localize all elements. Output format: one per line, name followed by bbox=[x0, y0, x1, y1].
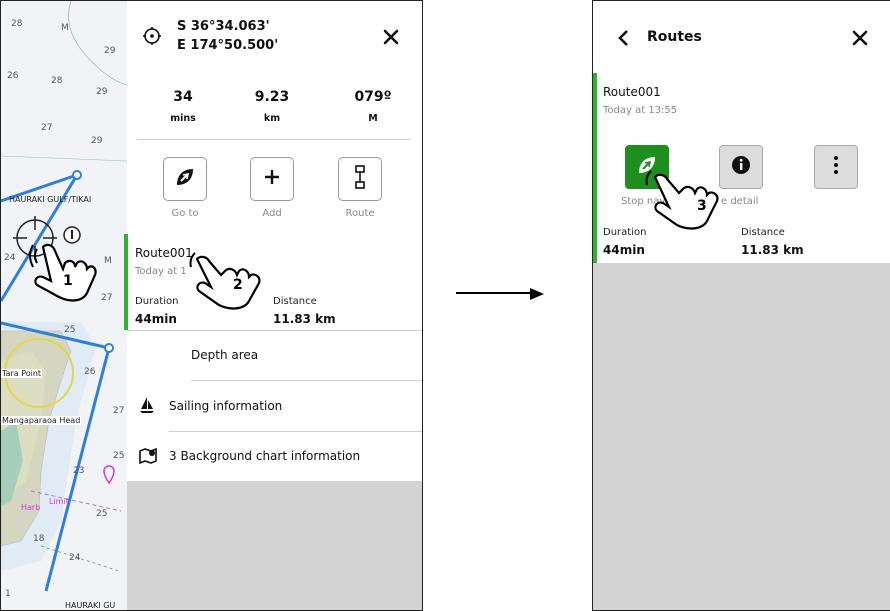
duration-value: 44min bbox=[135, 312, 177, 326]
depth-label: 1 bbox=[5, 589, 11, 599]
depth-label: M bbox=[61, 23, 69, 33]
sailboat-icon bbox=[139, 396, 155, 418]
stat-value: 079º bbox=[354, 89, 392, 105]
depth-label: 29 bbox=[91, 136, 103, 146]
route-item[interactable]: Route001 Today at 1 Duration 44min Dista… bbox=[127, 234, 422, 330]
stat-value: 34 bbox=[173, 89, 193, 105]
step-number: 2 bbox=[233, 277, 243, 293]
more-options-button[interactable] bbox=[814, 145, 858, 189]
place-label: Tara Point bbox=[1, 369, 43, 378]
panel-empty-area bbox=[127, 481, 422, 610]
depth-label: 29 bbox=[104, 46, 116, 56]
distance-label: Distance bbox=[273, 296, 317, 307]
depth-label: 24 bbox=[4, 253, 16, 263]
target-icon bbox=[143, 27, 161, 49]
left-screen: 28 M 29 26 28 29 27 29 24 M 27 25 26 27 … bbox=[0, 0, 423, 611]
longitude-text: E 174°50.500' bbox=[177, 38, 279, 53]
go-to-label: Go to bbox=[171, 208, 199, 219]
tap-hand-icon bbox=[189, 251, 265, 317]
depth-label: 26 bbox=[7, 71, 19, 81]
route-detail-label: e detail bbox=[721, 196, 759, 207]
place-label: Mangaparaoa Head bbox=[1, 416, 82, 425]
stat-unit: mins bbox=[170, 113, 196, 124]
chart-info-icon bbox=[139, 447, 157, 468]
place-label: Limit bbox=[49, 497, 69, 506]
place-label: HAURAKI GULF/TIKAI bbox=[9, 195, 92, 204]
more-vertical-icon bbox=[833, 155, 839, 179]
step-number: 3 bbox=[697, 198, 707, 214]
route-icon bbox=[353, 165, 367, 193]
arrow-right-icon bbox=[530, 286, 544, 305]
duration-label: Duration bbox=[135, 296, 179, 307]
route-time: Today at 1 bbox=[135, 266, 187, 277]
depth-label: M bbox=[104, 256, 112, 266]
divider bbox=[137, 139, 411, 140]
menu-item-depth-area[interactable]: Depth area bbox=[127, 331, 422, 379]
depth-label: 28 bbox=[51, 76, 63, 86]
menu-label: Sailing information bbox=[169, 399, 283, 413]
plus-icon bbox=[263, 168, 281, 190]
route-button[interactable] bbox=[338, 157, 382, 201]
stat-unit: M bbox=[368, 113, 378, 124]
depth-label: 23 bbox=[73, 466, 85, 476]
depth-label: 24 bbox=[69, 553, 81, 563]
duration-value: 44min bbox=[603, 243, 645, 257]
add-label: Add bbox=[262, 208, 282, 219]
route-detail-button[interactable] bbox=[719, 145, 763, 189]
stat-value: 9.23 bbox=[254, 89, 290, 105]
distance-value: 11.83 km bbox=[273, 312, 336, 326]
depth-label: 25 bbox=[113, 451, 125, 461]
depth-label: 26 bbox=[84, 367, 96, 377]
stat-unit: km bbox=[263, 113, 281, 124]
empty-area bbox=[593, 263, 890, 610]
distance-value: 11.83 km bbox=[741, 243, 804, 257]
chevron-left-icon[interactable] bbox=[617, 29, 629, 51]
depth-label: 18 bbox=[33, 534, 45, 544]
menu-label: 3 Background chart information bbox=[169, 449, 361, 463]
step-number: 1 bbox=[63, 273, 73, 289]
depth-label: 28 bbox=[11, 19, 23, 29]
depth-label: 27 bbox=[113, 406, 125, 416]
tap-hand-icon bbox=[645, 167, 723, 241]
distance-label: Distance bbox=[741, 227, 785, 238]
depth-label: 29 bbox=[96, 87, 108, 97]
depth-label: 25 bbox=[64, 325, 76, 335]
route-name: Route001 bbox=[135, 246, 193, 260]
depth-label: 27 bbox=[101, 293, 113, 303]
latitude-text: S 36°34.063' bbox=[177, 19, 270, 34]
go-to-button[interactable] bbox=[163, 157, 207, 201]
arrow-line bbox=[456, 292, 534, 294]
duration-label: Duration bbox=[603, 227, 647, 238]
menu-item-sailing-information[interactable]: Sailing information bbox=[127, 381, 422, 431]
route-card[interactable]: Route001 Today at 13:55 Stop nav e detai… bbox=[597, 73, 889, 263]
info-panel: S 36°34.063' E 174°50.500' 34 mins 9.23 … bbox=[124, 1, 422, 481]
place-label: Harb bbox=[21, 503, 41, 512]
depth-label: 27 bbox=[41, 123, 53, 133]
route-name: Route001 bbox=[603, 85, 661, 99]
depth-label: 25 bbox=[96, 509, 108, 519]
add-button[interactable] bbox=[250, 157, 294, 201]
menu-item-background-chart-information[interactable]: 3 Background chart information bbox=[127, 432, 422, 481]
route-label: Route bbox=[345, 208, 375, 219]
page-title: Routes bbox=[647, 29, 702, 45]
right-screen: Routes Route001 Today at 13:55 Stop nav … bbox=[592, 0, 890, 611]
close-icon[interactable] bbox=[383, 29, 399, 49]
close-icon[interactable] bbox=[852, 30, 868, 50]
menu-label: Depth area bbox=[191, 348, 259, 362]
route-time: Today at 13:55 bbox=[603, 105, 678, 116]
info-icon bbox=[731, 155, 751, 179]
place-label: HAURAKI GU bbox=[65, 601, 116, 610]
leaf-nav-icon bbox=[174, 166, 196, 192]
